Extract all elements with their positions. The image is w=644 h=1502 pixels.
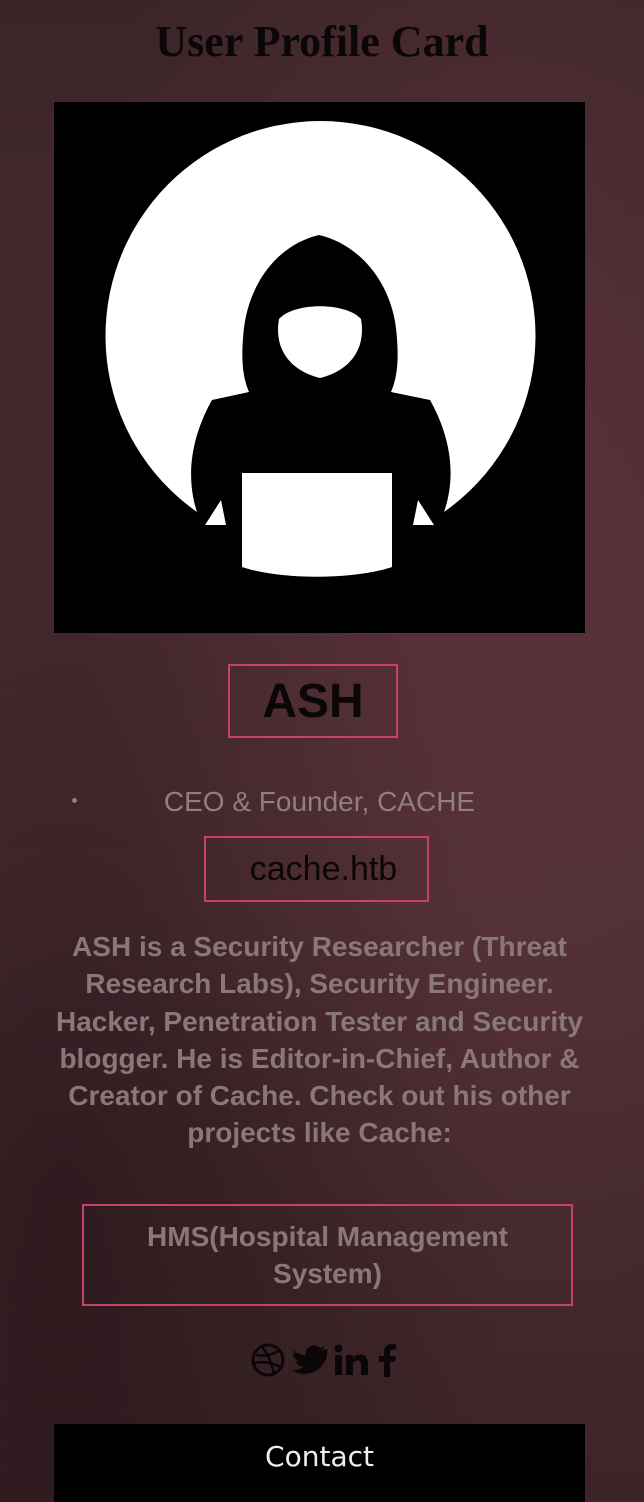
project-link[interactable]: HMS(Hospital Management System) <box>82 1204 573 1306</box>
avatar <box>54 102 585 633</box>
profile-role: CEO & Founder, CACHE <box>163 786 476 817</box>
profile-card: ASH CEO & Founder, CACHE cache.htb ASH i… <box>54 102 585 1502</box>
page-title: User Profile Card <box>155 17 489 66</box>
social-links <box>244 1340 404 1380</box>
facebook-icon[interactable] <box>376 1343 398 1377</box>
role-line: CEO & Founder, CACHE <box>54 784 585 820</box>
twitter-icon[interactable] <box>292 1344 328 1376</box>
hooded-hacker-icon <box>105 121 536 577</box>
linkedin-icon[interactable] <box>334 1344 370 1376</box>
website-link[interactable]: cache.htb <box>204 836 429 902</box>
profile-name: ASH <box>228 664 398 738</box>
dribbble-icon[interactable] <box>250 1342 286 1378</box>
profile-bio: ASH is a Security Researcher (Threat Res… <box>55 931 584 1149</box>
contact-button[interactable]: Contact <box>54 1424 585 1502</box>
